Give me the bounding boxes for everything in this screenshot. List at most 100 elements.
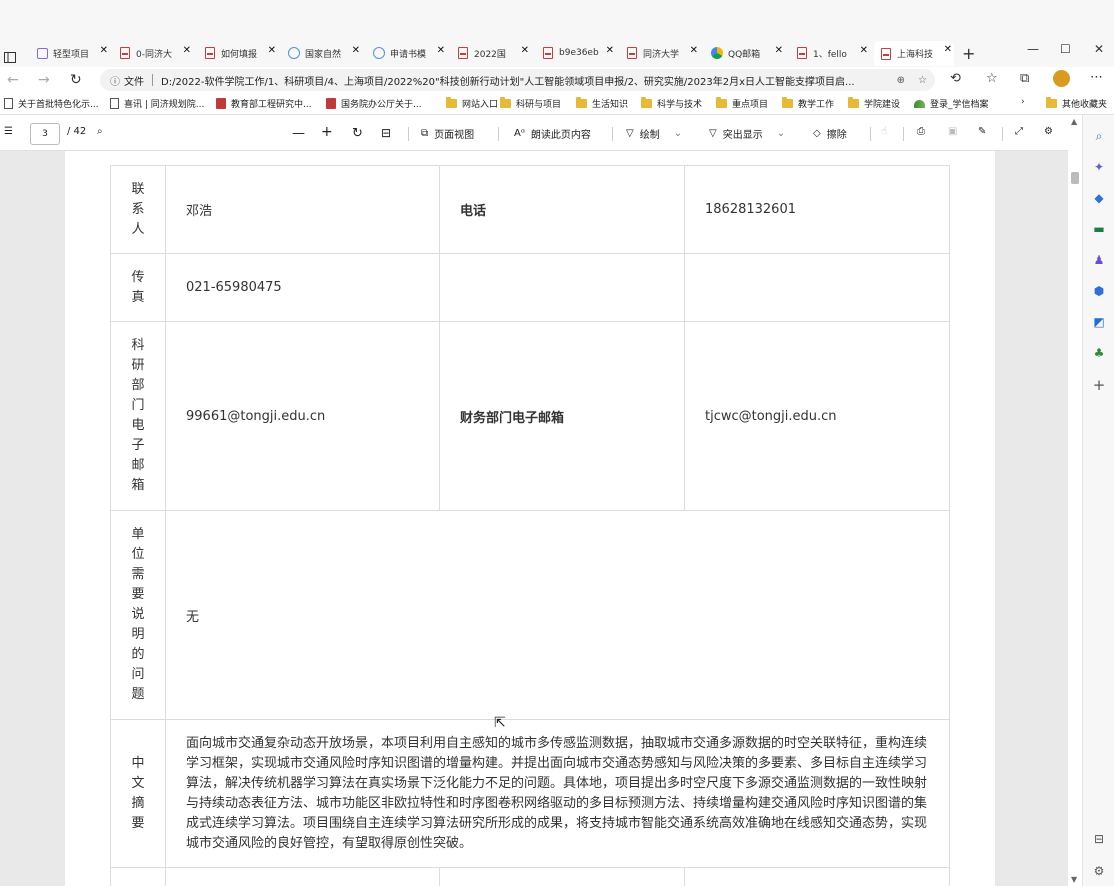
close-tab-icon[interactable]: ✕	[521, 45, 529, 56]
bookmark-item[interactable]: 登录_学信档案	[914, 97, 989, 110]
profile-avatar[interactable]	[1053, 70, 1070, 87]
bookmark-item[interactable]: 科研与项目	[500, 97, 561, 110]
favorites-icon[interactable]: ☆	[986, 71, 998, 86]
extensions-icon[interactable]: ⟲	[950, 71, 961, 86]
bookmark-item[interactable]: 教学工作	[782, 97, 834, 110]
scrollbar-thumb[interactable]	[1071, 172, 1079, 184]
rotate-icon[interactable]: ↻	[352, 126, 363, 141]
research-email-value: 99661@tongji.edu.cn	[165, 321, 440, 511]
copilot-icon[interactable]: ✦	[1092, 160, 1106, 174]
browser-tab[interactable]: QQ邮箱 ✕	[705, 42, 785, 64]
fullscreen-icon[interactable]: ⤢	[1015, 126, 1023, 137]
bookmark-item[interactable]: 生活知识	[576, 97, 628, 110]
app-icon	[36, 47, 48, 59]
close-tab-icon[interactable]: ✕	[268, 45, 276, 56]
touch-icon[interactable]: ☝	[881, 126, 887, 137]
browser-tab[interactable]: 1、fello ✕	[790, 42, 870, 64]
tools-icon[interactable]: ▬	[1092, 222, 1106, 236]
sidebar-toggle-icon[interactable]: ⊟	[1092, 832, 1106, 846]
back-button[interactable]: ←	[7, 72, 19, 88]
browser-tab[interactable]: 国家自然 ✕	[282, 42, 362, 64]
toolbar-divider	[1002, 127, 1003, 141]
info-icon[interactable]: ⓘ	[110, 73, 120, 88]
bookmark-item[interactable]: 网站入口	[446, 97, 498, 110]
bookmark-item[interactable]: 喜讯 | 同济规划院...	[110, 97, 204, 110]
fit-page-icon[interactable]: ⊟	[381, 126, 391, 140]
close-tab-icon[interactable]: ✕	[944, 44, 952, 55]
browser-tab[interactable]: 轻型项目 ✕	[30, 42, 110, 64]
outlook-icon[interactable]: ◩	[1092, 315, 1106, 329]
browser-tab[interactable]: 如何填报 ✕	[198, 42, 278, 64]
forward-button[interactable]: →	[38, 72, 50, 88]
tree-icon[interactable]: ♣	[1092, 346, 1106, 360]
globe-icon	[373, 47, 385, 59]
scroll-up-icon[interactable]: ▲	[1071, 117, 1077, 126]
draw-label: 绘制	[639, 130, 660, 141]
bookmark-item[interactable]: 关于首批特色化示...	[4, 97, 99, 110]
close-tab-icon[interactable]: ✕	[183, 45, 191, 56]
url-field[interactable]: ⓘ 文件 D:/2022-软件学院工作/1、科研项目/4、上海项目/2022%2…	[100, 69, 935, 91]
browser-tab[interactable]: 0-同济大 ✕	[113, 42, 193, 64]
settings-gear-icon[interactable]: ⚙	[1044, 126, 1053, 137]
tab-actions-icon[interactable]	[4, 46, 18, 68]
browser-tab[interactable]: 2022国 ✕	[451, 42, 531, 64]
bookmark-item[interactable]: 教育部工程研究中...	[216, 97, 312, 110]
office-icon[interactable]: ⬢	[1092, 284, 1106, 298]
page-view-icon: ⧉	[421, 128, 429, 139]
notes-label: 单 位 需 要 说 明 的 问 题	[110, 510, 166, 720]
pdf-icon	[204, 47, 216, 59]
read-aloud-button[interactable]: Aᵅ 朗读此页内容	[514, 126, 591, 141]
browser-tab[interactable]: 上海科技 ✕	[874, 41, 954, 66]
bookmark-item[interactable]: 学院建设	[848, 97, 900, 110]
browser-tab[interactable]: b9e36eb ✕	[536, 42, 616, 64]
page-view-button[interactable]: ⧉ 页面视图	[421, 126, 474, 141]
highlight-label: 突出显示	[722, 130, 763, 141]
table-of-contents-icon[interactable]: ☰	[4, 126, 13, 137]
folder-icon	[716, 97, 727, 108]
maximize-button[interactable]: ☐	[1060, 42, 1071, 56]
page-number-input[interactable]: 3	[30, 123, 60, 145]
bookmarks-overflow-icon[interactable]: ›	[1021, 97, 1025, 107]
toolbar-divider	[612, 127, 613, 141]
bookmark-item[interactable]: 科学与技术	[641, 97, 702, 110]
new-tab-button[interactable]: +	[962, 44, 975, 63]
close-tab-icon[interactable]: ✕	[606, 45, 614, 56]
highlight-button[interactable]: ▽ 突出显示 ⌄	[709, 126, 785, 141]
empty-cell	[684, 867, 950, 886]
close-window-button[interactable]: ✕	[1094, 42, 1104, 56]
scroll-down-icon[interactable]: ▼	[1071, 875, 1077, 884]
minimize-button[interactable]: —	[1027, 42, 1039, 56]
toolbar-divider	[408, 127, 409, 141]
add-sidebar-icon[interactable]: +	[1092, 376, 1106, 394]
vertical-scrollbar[interactable]: ▲ ▼	[1068, 115, 1082, 886]
bookmark-item[interactable]: 重点项目	[716, 97, 768, 110]
favorite-star-icon[interactable]: ☆	[918, 75, 927, 86]
reload-button[interactable]: ↻	[70, 72, 82, 88]
close-tab-icon[interactable]: ✕	[690, 45, 698, 56]
other-favorites-folder[interactable]: 其他收藏夹	[1046, 97, 1107, 110]
print-icon[interactable]: ⎙	[917, 126, 925, 137]
search-icon[interactable]: ⌕	[1092, 129, 1106, 143]
more-menu-icon[interactable]: ⋯	[1090, 70, 1103, 85]
search-icon[interactable]: ⌕	[97, 126, 103, 137]
shopping-tag-icon[interactable]: ◆	[1092, 191, 1106, 205]
close-tab-icon[interactable]: ✕	[100, 45, 108, 56]
close-tab-icon[interactable]: ✕	[860, 45, 868, 56]
browser-tab[interactable]: 同济大学 ✕	[620, 42, 700, 64]
sidebar-settings-icon[interactable]: ⚙	[1092, 864, 1106, 878]
games-icon[interactable]: ♟	[1092, 253, 1106, 267]
close-tab-icon[interactable]: ✕	[352, 45, 360, 56]
draw-button[interactable]: ▽ 绘制 ⌄	[626, 126, 682, 141]
page-view-label: 页面视图	[434, 130, 475, 141]
zoom-icon[interactable]: ⊕	[897, 75, 905, 86]
bookmark-item[interactable]: 国务院办公厅关于...	[326, 97, 422, 110]
zoom-in-button[interactable]: +	[321, 124, 333, 140]
close-tab-icon[interactable]: ✕	[775, 45, 783, 56]
save-icon[interactable]: ▣	[948, 126, 957, 137]
close-tab-icon[interactable]: ✕	[437, 45, 445, 56]
erase-button[interactable]: ◇ 擦除	[813, 126, 847, 141]
save-as-icon[interactable]: ✎	[978, 126, 986, 137]
collections-icon[interactable]: ⧉	[1020, 71, 1029, 86]
zoom-out-button[interactable]: —	[292, 126, 305, 141]
browser-tab[interactable]: 申请书模 ✕	[367, 42, 447, 64]
